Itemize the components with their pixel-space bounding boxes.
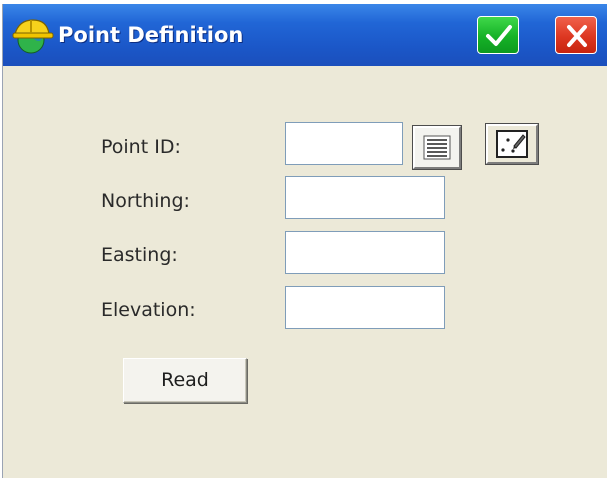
window-title: Point Definition <box>58 23 244 47</box>
checkmark-icon <box>486 25 512 46</box>
point-id-label: Point ID: <box>101 136 181 158</box>
map-pick-icon <box>496 130 528 158</box>
hardhat-globe-icon <box>11 16 55 56</box>
point-list-button[interactable] <box>412 125 462 170</box>
title-bar: Point Definition <box>3 4 607 66</box>
elevation-label: Elevation: <box>101 299 196 321</box>
easting-input[interactable] <box>285 231 445 274</box>
list-icon <box>423 135 451 160</box>
ok-button[interactable] <box>477 16 519 54</box>
northing-input[interactable] <box>285 176 445 219</box>
map-pick-button[interactable] <box>485 123 539 165</box>
northing-label: Northing: <box>101 190 190 212</box>
point-definition-window: Point Definition Point ID: Northing: Eas… <box>2 4 607 478</box>
close-button[interactable] <box>555 16 597 54</box>
point-id-input[interactable] <box>285 122 403 165</box>
elevation-input[interactable] <box>285 286 445 329</box>
read-button[interactable]: Read <box>123 358 247 403</box>
easting-label: Easting: <box>101 244 178 266</box>
close-x-icon <box>567 25 587 47</box>
